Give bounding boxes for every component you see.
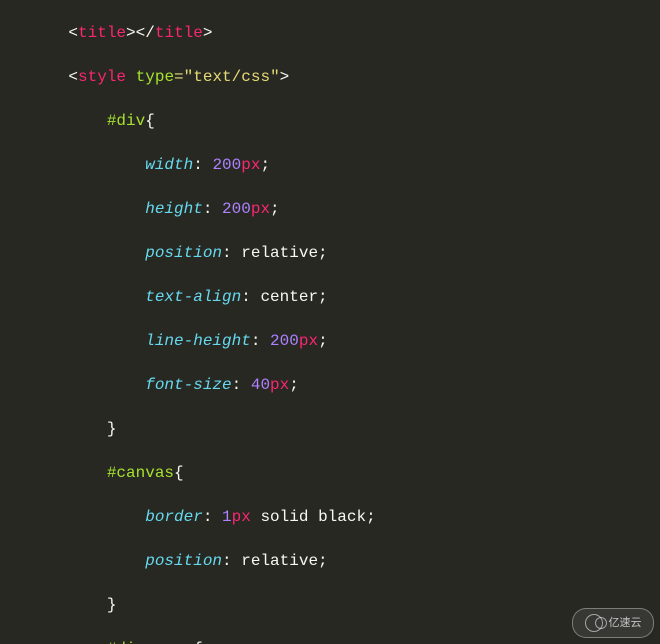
code-line: #canvas{ (0, 462, 660, 484)
code-line: border: 1px solid black; (0, 506, 660, 528)
code-line: #div{ (0, 110, 660, 132)
code-line: font-size: 40px; (0, 374, 660, 396)
code-line: #div span{ (0, 638, 660, 644)
code-line: line-height: 200px; (0, 330, 660, 352)
watermark-badge: 亿速云 (572, 608, 654, 638)
code-line: height: 200px; (0, 198, 660, 220)
watermark-icon (585, 614, 603, 632)
code-line: <title></title> (0, 22, 660, 44)
code-line: width: 200px; (0, 154, 660, 176)
code-line: text-align: center; (0, 286, 660, 308)
code-line: } (0, 418, 660, 440)
code-editor: <title></title> <style type="text/css"> … (0, 0, 660, 644)
watermark-text: 亿速云 (609, 612, 642, 634)
code-line: position: relative; (0, 242, 660, 264)
code-line: <style type="text/css"> (0, 66, 660, 88)
code-line: } (0, 594, 660, 616)
code-line: position: relative; (0, 550, 660, 572)
